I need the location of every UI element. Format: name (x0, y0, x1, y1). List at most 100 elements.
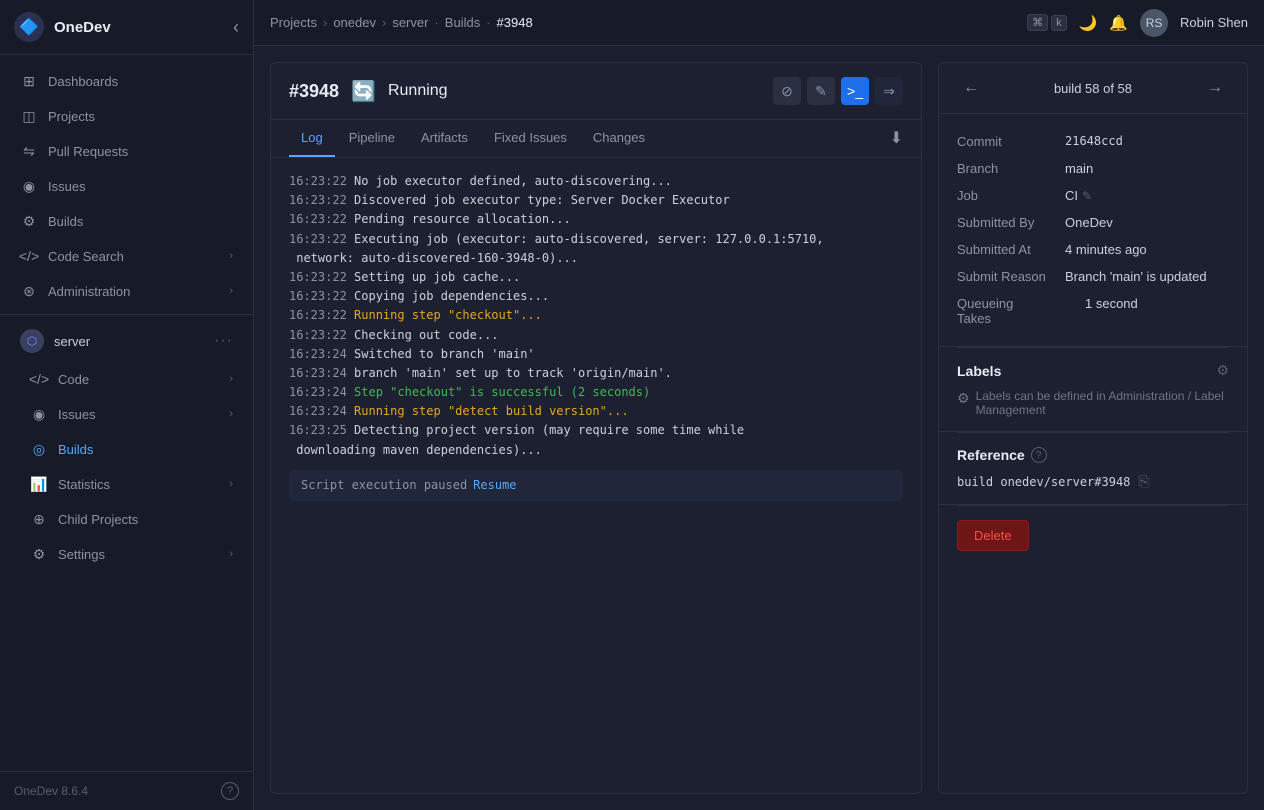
builds-icon: ⚙ (20, 212, 38, 230)
log-line: 16:23:22 Pending resource allocation... (289, 210, 903, 229)
job-value: CI ✎ (1065, 188, 1229, 203)
commit-label: Commit (957, 134, 1057, 149)
chevron-right-icon: › (229, 478, 233, 490)
reference-help-button[interactable]: ? (1031, 447, 1047, 463)
moon-icon[interactable]: 🌙 (1079, 14, 1098, 32)
build-panel: #3948 🔄 Running ⊘ ✎ >_ ⇒ Log Pipeline Ar… (270, 62, 922, 794)
breadcrumb-builds[interactable]: Builds (445, 15, 480, 30)
chevron-right-icon: › (229, 373, 233, 385)
download-log-icon[interactable]: ⬇ (890, 120, 903, 157)
sidebar-item-dashboards[interactable]: ⊞ Dashboards (6, 64, 247, 98)
log-line: 16:23:22 No job executor defined, auto-d… (289, 172, 903, 191)
sidebar-item-label: Settings (58, 547, 219, 562)
sidebar-item-label: Child Projects (58, 512, 233, 527)
reference-value-row: build onedev/server#3948 ⎘ (957, 473, 1229, 490)
edit-build-button[interactable]: ✎ (807, 77, 835, 105)
queueing-value: 1 second (1085, 296, 1229, 311)
breadcrumb-onedev[interactable]: onedev (333, 15, 376, 30)
sidebar-item-issues[interactable]: ◉ Issues › (6, 397, 247, 431)
cancel-build-button[interactable]: ⊘ (773, 77, 801, 105)
build-tabs: Log Pipeline Artifacts Fixed Issues Chan… (271, 120, 921, 158)
right-panel: ← build 58 of 58 → Commit 21648ccd Branc… (938, 62, 1248, 794)
queueing-label: QueueingTakes (957, 296, 1077, 326)
terminal-button[interactable]: >_ (841, 77, 869, 105)
sidebar-item-issues[interactable]: ◉ Issues (6, 169, 247, 203)
copy-reference-button[interactable]: ⎘ (1138, 473, 1149, 490)
log-line: 16:23:22 Executing job (executor: auto-d… (289, 230, 903, 249)
resume-button[interactable]: Resume (473, 476, 516, 495)
sidebar-collapse-button[interactable]: ‹ (233, 17, 239, 38)
statistics-icon: 📊 (30, 475, 48, 493)
log-line: 16:23:25 Detecting project version (may … (289, 421, 903, 440)
main-area: Projects › onedev › server · Builds · #3… (254, 0, 1264, 810)
submit-reason-label: Submit Reason (957, 269, 1057, 284)
breadcrumb: Projects › onedev › server · Builds · #3… (270, 15, 1019, 30)
labels-settings-icon[interactable]: ⚙ (1216, 362, 1229, 379)
sidebar-item-label: Builds (58, 442, 233, 457)
meta-job-row: Job CI ✎ (957, 182, 1229, 209)
tab-artifacts[interactable]: Artifacts (409, 120, 480, 157)
sidebar-item-label: Statistics (58, 477, 219, 492)
sidebar-item-statistics[interactable]: 📊 Statistics › (6, 467, 247, 501)
log-line: 16:23:22 Setting up job cache... (289, 268, 903, 287)
delete-button[interactable]: Delete (957, 520, 1029, 551)
project-server[interactable]: ⬡ server ··· (6, 321, 247, 361)
tab-fixed-issues[interactable]: Fixed Issues (482, 120, 579, 157)
project-name: server (54, 334, 204, 349)
breadcrumb-build-number: #3948 (497, 15, 533, 30)
more-actions-button[interactable]: ⇒ (875, 77, 903, 105)
log-line: 16:23:22 Copying job dependencies... (289, 287, 903, 306)
branch-label: Branch (957, 161, 1057, 176)
help-button[interactable]: ? (221, 782, 239, 800)
notifications-icon[interactable]: 🔔 (1109, 14, 1128, 32)
commit-value: 21648ccd (1065, 134, 1229, 148)
next-build-button[interactable]: → (1201, 77, 1229, 99)
sidebar-item-builds[interactable]: ⚙ Builds (6, 204, 247, 238)
sidebar-item-child-projects[interactable]: ⊕ Child Projects (6, 502, 247, 536)
code-icon: </> (30, 370, 48, 388)
tab-pipeline[interactable]: Pipeline (337, 120, 407, 157)
tab-changes[interactable]: Changes (581, 120, 657, 157)
sidebar-item-code[interactable]: </> Code › (6, 362, 247, 396)
sidebar-item-label: Code Search (48, 249, 219, 264)
avatar[interactable]: RS (1140, 9, 1168, 37)
meta-commit-row: Commit 21648ccd (957, 128, 1229, 155)
sidebar-item-projects[interactable]: ◫ Projects (6, 99, 247, 133)
sidebar-nav: ⊞ Dashboards ◫ Projects ⇋ Pull Requests … (0, 55, 253, 771)
sidebar-item-builds-active[interactable]: ◎ Builds (6, 432, 247, 466)
reference-text: build onedev/server#3948 (957, 475, 1130, 489)
user-name[interactable]: Robin Shen (1180, 15, 1248, 30)
project-more-icon[interactable]: ··· (214, 332, 233, 350)
sidebar-divider (0, 314, 253, 315)
builds-active-icon: ◎ (30, 440, 48, 458)
submitted-at-label: Submitted At (957, 242, 1057, 257)
labels-section: Labels ⚙ ⚙ Labels can be defined in Admi… (939, 348, 1247, 432)
log-line: 16:23:24 Step "checkout" is successful (… (289, 383, 903, 402)
tab-log[interactable]: Log (289, 120, 335, 157)
sidebar-item-pull-requests[interactable]: ⇋ Pull Requests (6, 134, 247, 168)
sidebar-item-settings[interactable]: ⚙ Settings › (6, 537, 247, 571)
sidebar-item-code-search[interactable]: </> Code Search › (6, 239, 247, 273)
submitted-by-value: OneDev (1065, 215, 1229, 230)
prev-build-button[interactable]: ← (957, 77, 985, 99)
breadcrumb-server[interactable]: server (392, 15, 428, 30)
build-number: #3948 (289, 81, 339, 102)
breadcrumb-projects[interactable]: Projects (270, 15, 317, 30)
meta-branch-row: Branch main (957, 155, 1229, 182)
keyboard-shortcut: ⌘ k (1027, 14, 1067, 31)
edit-job-icon[interactable]: ✎ (1082, 189, 1092, 203)
issues-icon: ◉ (30, 405, 48, 423)
pull-requests-icon: ⇋ (20, 142, 38, 160)
sidebar-item-label: Issues (58, 407, 219, 422)
log-line: 16:23:24 Running step "detect build vers… (289, 402, 903, 421)
sidebar-header: 🔷 OneDev ‹ (0, 0, 253, 55)
labels-hint-text: Labels can be defined in Administration … (976, 389, 1229, 417)
kbd-k: k (1051, 15, 1067, 31)
build-navigation-header: ← build 58 of 58 → (939, 63, 1247, 114)
log-line: 16:23:24 Switched to branch 'main' (289, 345, 903, 364)
build-action-buttons: ⊘ ✎ >_ ⇒ (773, 77, 903, 105)
meta-submit-reason-row: Submit Reason Branch 'main' is updated (957, 263, 1229, 290)
log-line: 16:23:22 Checking out code... (289, 326, 903, 345)
sidebar-item-administration[interactable]: ⊛ Administration › (6, 274, 247, 308)
project-sub-nav: </> Code › ◉ Issues › ◎ Builds 📊 Statist… (0, 362, 253, 571)
